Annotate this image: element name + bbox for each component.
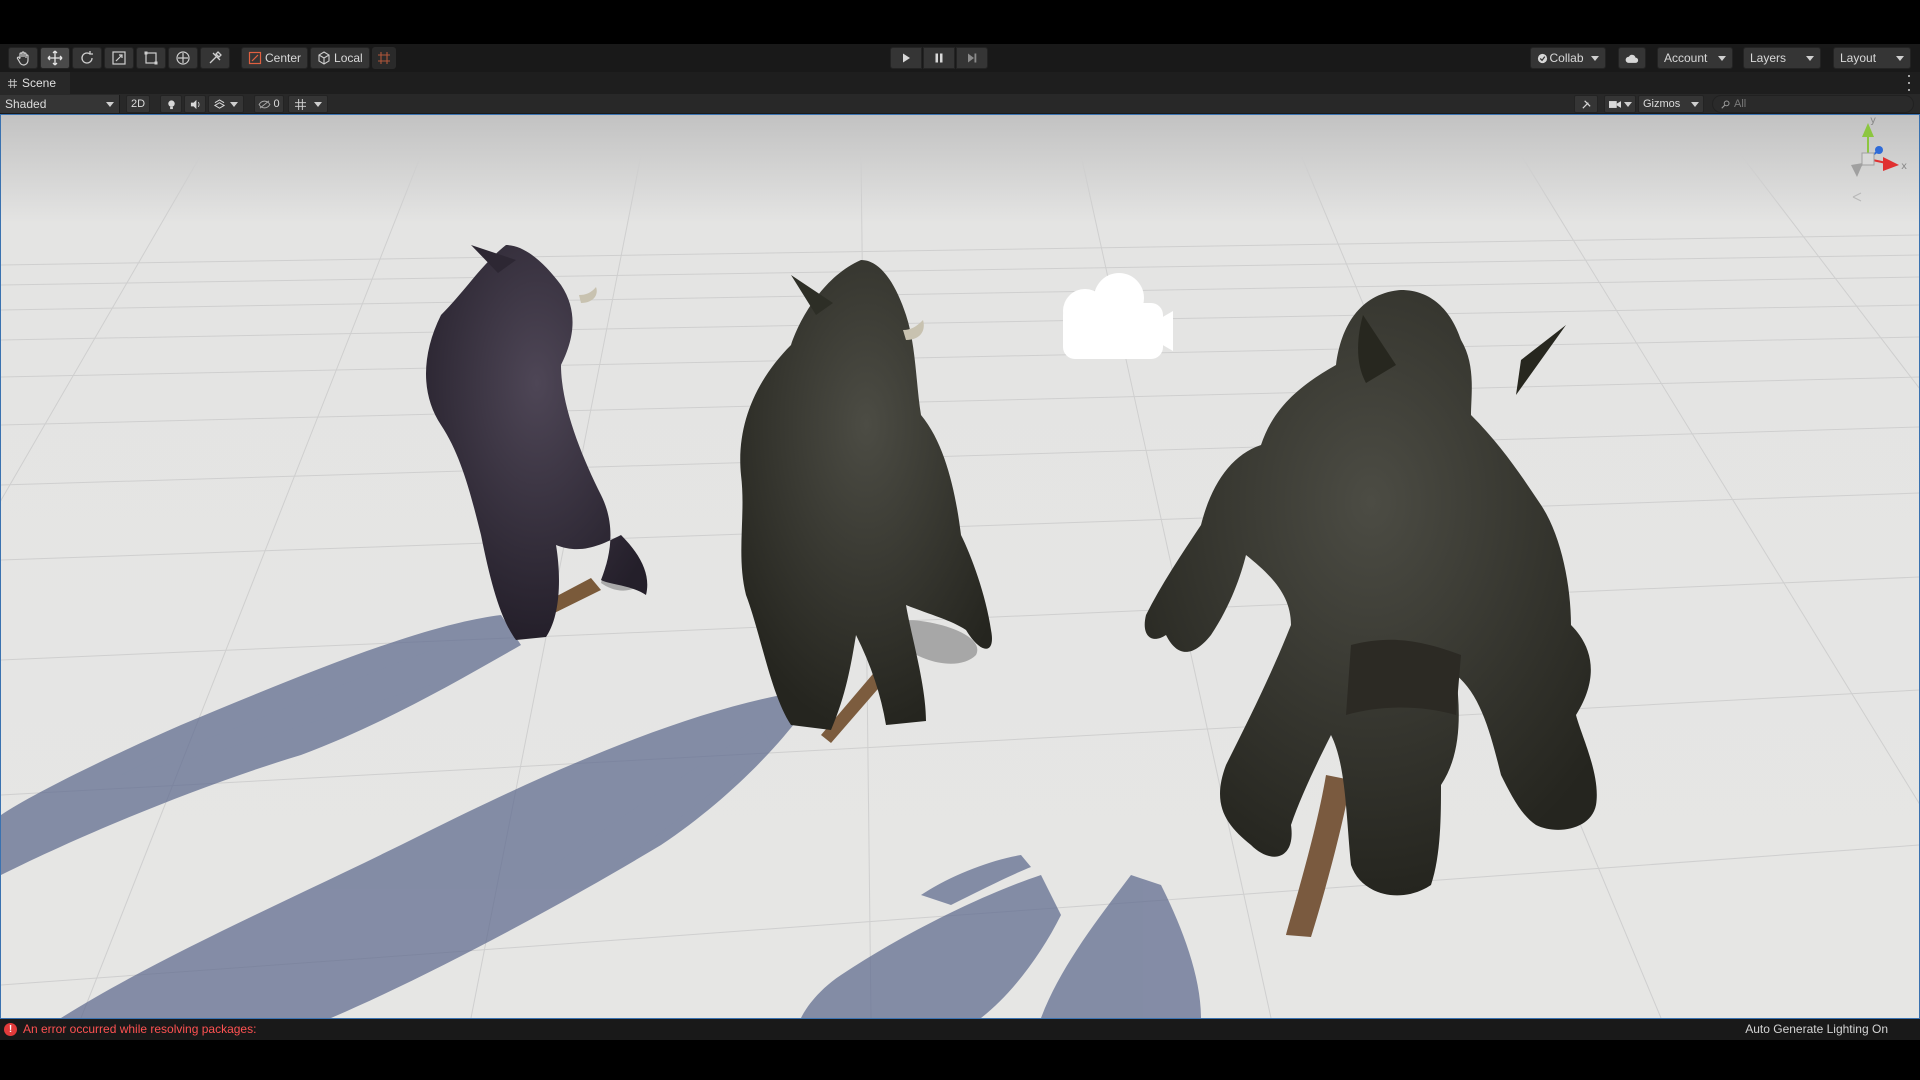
error-message: An error occurred while resolving packag…	[23, 1022, 257, 1036]
move-icon	[47, 50, 63, 66]
pivot-space-button[interactable]: Local	[310, 47, 370, 69]
play-icon	[903, 53, 910, 63]
local-space-icon	[318, 51, 330, 65]
cloud-button[interactable]	[1618, 47, 1646, 69]
chevron-down-icon	[1896, 55, 1904, 61]
scene-render	[1, 115, 1919, 1018]
check-icon	[1537, 53, 1548, 63]
cloud-icon	[1625, 54, 1639, 63]
lightbulb-icon	[167, 99, 175, 109]
chevron-down-icon	[1718, 55, 1726, 61]
scene-viewport[interactable]: y x	[0, 114, 1920, 1019]
orientation-gizmo[interactable]	[1833, 119, 1903, 209]
chevron-down-icon	[1591, 55, 1599, 61]
step-icon	[968, 53, 977, 63]
effects-dropdown[interactable]	[208, 95, 244, 113]
chevron-down-icon	[1623, 101, 1632, 107]
collab-label: Collab	[1549, 51, 1584, 65]
camera-icon	[1608, 100, 1621, 108]
pivot-center-icon	[248, 51, 262, 65]
layers-label: Layers	[1750, 51, 1787, 65]
scene-view-toolbar: Shaded 2D 0 Gizmos All	[0, 94, 1920, 114]
transform-icon	[176, 51, 190, 65]
pause-button[interactable]	[923, 47, 955, 69]
rect-icon	[144, 51, 158, 65]
tools-icon	[209, 51, 222, 64]
gizmos-dropdown[interactable]: Gizmos	[1638, 95, 1704, 113]
custom-tool-button[interactable]	[200, 47, 230, 69]
scene-grid-icon	[8, 78, 17, 88]
gizmo-x-label: x	[1901, 161, 1907, 172]
speaker-icon	[190, 99, 200, 109]
layout-label: Layout	[1840, 51, 1877, 65]
pivot-space-label: Local	[334, 51, 363, 65]
account-label: Account	[1664, 51, 1708, 65]
toggle-2d-label: 2D	[130, 98, 146, 110]
collab-dropdown[interactable]: Collab	[1530, 47, 1606, 69]
audio-toggle[interactable]	[184, 95, 206, 113]
letterbox-top	[0, 0, 1920, 44]
gizmos-label: Gizmos	[1643, 98, 1681, 110]
scene-visibility-toggle[interactable]: 0	[254, 95, 284, 113]
scale-icon	[112, 51, 126, 65]
hidden-count: 0	[273, 98, 280, 110]
draw-mode-label: Shaded	[5, 97, 47, 111]
error-icon: !	[4, 1022, 17, 1036]
status-bar: ! An error occurred while resolving pack…	[0, 1019, 1920, 1040]
grid-snap-button[interactable]	[372, 47, 396, 69]
hidden-eye-icon	[259, 100, 271, 108]
transform-tool-button[interactable]	[168, 47, 198, 69]
camera-dropdown[interactable]	[1604, 95, 1636, 113]
hand-tool-button[interactable]	[8, 47, 38, 69]
lighting-status[interactable]: Auto Generate Lighting On	[1745, 1022, 1888, 1036]
toggle-2d-button[interactable]: 2D	[126, 95, 150, 113]
tab-options-icon[interactable]	[1906, 75, 1912, 91]
scale-tool-button[interactable]	[104, 47, 134, 69]
hand-icon	[16, 51, 29, 66]
tools-icon	[1581, 99, 1591, 109]
scene-tools-button[interactable]	[1574, 95, 1598, 113]
layout-dropdown[interactable]: Layout	[1833, 47, 1911, 69]
chevron-down-icon	[1806, 55, 1814, 61]
transform-tools	[8, 47, 230, 69]
play-controls	[890, 47, 988, 69]
search-icon	[1721, 99, 1730, 109]
account-dropdown[interactable]: Account	[1657, 47, 1733, 69]
chevron-down-icon	[313, 101, 322, 107]
chevron-down-icon	[230, 101, 238, 107]
lighting-toggle[interactable]	[160, 95, 182, 113]
move-tool-button[interactable]	[40, 47, 70, 69]
status-error[interactable]: ! An error occurred while resolving pack…	[4, 1022, 256, 1036]
effects-icon	[214, 98, 225, 109]
tab-scene-label: Scene	[22, 76, 57, 90]
tab-scene[interactable]: Scene	[0, 72, 70, 94]
search-placeholder: All	[1734, 98, 1747, 110]
pivot-mode-button[interactable]: Center	[241, 47, 309, 69]
grid-dropdown[interactable]	[288, 95, 328, 113]
pause-icon	[935, 53, 943, 63]
pivot-mode-label: Center	[265, 51, 302, 65]
letterbox-bottom	[0, 1040, 1920, 1080]
pivot-controls: Center Local	[241, 47, 370, 69]
scene-tab-bar: Scene	[0, 72, 1920, 94]
layers-dropdown[interactable]: Layers	[1743, 47, 1821, 69]
draw-mode-dropdown[interactable]: Shaded	[0, 95, 120, 113]
rotate-tool-button[interactable]	[72, 47, 102, 69]
grid-icon	[294, 98, 306, 110]
play-button[interactable]	[890, 47, 922, 69]
rotate-icon	[81, 51, 93, 64]
scene-search-input[interactable]: All	[1712, 95, 1914, 113]
gizmo-y-label: y	[1870, 115, 1876, 126]
chevron-down-icon	[106, 101, 114, 107]
step-button[interactable]	[956, 47, 988, 69]
rect-tool-button[interactable]	[136, 47, 166, 69]
grid-snap-icon	[378, 52, 390, 64]
main-toolbar: Center Local Collab Account Layers Layou…	[0, 44, 1920, 72]
chevron-down-icon	[1691, 101, 1699, 107]
